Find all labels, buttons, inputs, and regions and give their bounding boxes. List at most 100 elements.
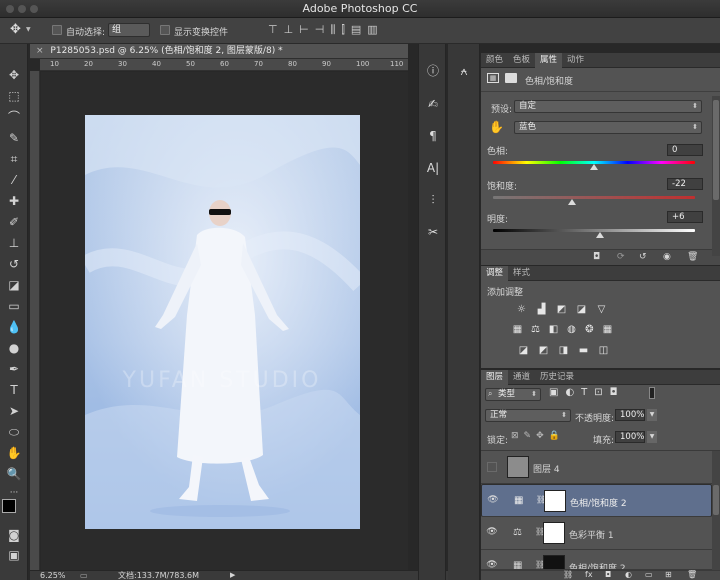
shape-tool-icon[interactable]: ⬭ — [4, 423, 24, 441]
new-group-icon[interactable]: ▭ — [645, 570, 653, 579]
exposure-icon[interactable]: ◪ — [575, 304, 588, 316]
layer-filter-buttons[interactable]: ▣◐T⊡◘ — [549, 387, 659, 401]
delete-icon[interactable]: 🗑 — [687, 252, 698, 262]
layer-row-selected[interactable]: 👁 ▦ ⛓ 色相/饱和度 2 — [481, 484, 712, 517]
lightness-slider-track[interactable] — [493, 229, 695, 232]
hue-slider-thumb[interactable] — [590, 164, 598, 170]
layer-filter-dropdown[interactable]: 类型 — [485, 388, 541, 401]
layer-name[interactable]: 色相/饱和度 2 — [569, 561, 626, 569]
channel-dropdown[interactable]: 蓝色 — [514, 121, 702, 134]
curves-icon[interactable]: ◩ — [555, 304, 568, 316]
align-buttons[interactable]: ⊤⊥⊢⊣⫼⫿▤▥ — [268, 23, 418, 39]
tab-history[interactable]: 历史记录 — [535, 370, 579, 385]
history-brush-tool-icon[interactable]: ↺ — [4, 255, 24, 273]
levels-icon[interactable]: ▟ — [535, 304, 548, 316]
mask-icon[interactable] — [505, 73, 517, 83]
type-tool-icon[interactable]: T — [4, 381, 24, 399]
quick-select-tool-icon[interactable]: ✎ — [4, 129, 24, 147]
selective-color-icon[interactable]: ◫ — [597, 345, 610, 357]
visibility-eye-icon[interactable]: ◉ — [663, 252, 671, 262]
canvas-area[interactable]: YUFAN STUDIO — [41, 72, 408, 570]
zoom-window-button[interactable] — [30, 5, 38, 13]
tab-channels[interactable]: 通道 — [508, 370, 535, 385]
auto-select-checkbox[interactable] — [52, 25, 62, 38]
channel-mixer-icon[interactable]: ❂ — [583, 324, 596, 336]
opacity-slider-toggle[interactable]: ▼ — [647, 409, 657, 421]
lightness-slider-thumb[interactable] — [596, 232, 605, 238]
minimize-window-button[interactable] — [18, 5, 26, 13]
document-image[interactable]: YUFAN STUDIO — [85, 115, 360, 529]
close-window-button[interactable] — [6, 5, 14, 13]
layers-scrollbar[interactable] — [712, 451, 720, 570]
crop-tool-icon[interactable]: ⌗ — [4, 150, 24, 168]
tab-adjustments[interactable]: 调整 — [481, 266, 509, 281]
tab-properties[interactable]: 属性 — [535, 53, 563, 68]
vibrance-icon[interactable]: ▽ — [595, 304, 608, 316]
tab-color[interactable]: 颜色 — [481, 53, 508, 68]
fx-icon[interactable]: fx — [585, 570, 593, 579]
path-select-tool-icon[interactable]: ➤ — [4, 402, 24, 420]
layer-name[interactable]: 图层 4 — [533, 462, 560, 475]
properties-scrollbar[interactable] — [712, 96, 720, 256]
document-tab[interactable]: × P1285053.psd @ 6.25% (色相/饱和度 2, 图层蒙版/8… — [30, 44, 408, 59]
zoom-level[interactable]: 6.25% — [40, 571, 65, 580]
quick-mask-icon[interactable]: ◙ — [4, 526, 24, 544]
status-menu-arrow-icon[interactable]: ▶ — [230, 571, 235, 580]
blur-tool-icon[interactable]: 💧 — [4, 318, 24, 336]
tab-swatches[interactable]: 色板 — [508, 53, 535, 68]
layer-mask-thumbnail[interactable] — [544, 490, 566, 512]
color-lookup-icon[interactable]: ▦ — [601, 324, 614, 336]
hue-saturation-icon[interactable]: ▦ — [511, 324, 524, 336]
brush-tool-icon[interactable]: ✐ — [4, 213, 24, 231]
fill-field[interactable]: 100% — [615, 431, 645, 443]
layer-name[interactable]: 色相/饱和度 2 — [570, 496, 627, 509]
scrollbar-thumb[interactable] — [713, 485, 719, 515]
invert-icon[interactable]: ◪ — [517, 345, 530, 357]
move-tool-icon[interactable]: ✥ — [4, 66, 24, 84]
layer-row[interactable]: 👁 ▦ ⛓ 色相/饱和度 2 — [481, 550, 712, 570]
character-panel-icon[interactable]: A| — [423, 158, 443, 178]
layer-name[interactable]: 色彩平衡 1 — [569, 528, 614, 541]
eye-icon[interactable]: 👁 — [486, 495, 500, 507]
move-tool-preset-icon[interactable]: ✥ — [10, 22, 21, 37]
hue-value-field[interactable]: 0 — [667, 144, 703, 156]
opacity-field[interactable]: 100% — [615, 409, 645, 421]
info-panel-icon[interactable]: ⓘ — [423, 61, 443, 81]
layer-mask-thumbnail[interactable] — [543, 555, 565, 569]
eye-icon[interactable]: 👁 — [485, 527, 499, 539]
clip-to-layer-icon[interactable]: ◘ — [593, 252, 600, 262]
scrollbar-thumb[interactable] — [713, 100, 719, 200]
layer-mask-thumbnail[interactable] — [543, 522, 565, 544]
preset-dropdown[interactable]: 自定 — [514, 100, 702, 113]
reset-icon[interactable]: ↺ — [639, 252, 647, 262]
status-info-icon[interactable]: ▭ — [80, 571, 88, 580]
gradient-map-icon[interactable]: ▬ — [577, 345, 590, 357]
threshold-icon[interactable]: ◨ — [557, 345, 570, 357]
filter-toggle[interactable] — [649, 387, 655, 399]
layer-row[interactable]: 👁 ⚖ ⛓ 色彩平衡 1 — [481, 517, 712, 550]
add-mask-icon[interactable]: ◘ — [605, 570, 611, 579]
auto-select-dropdown[interactable]: 组 — [108, 23, 150, 37]
lock-buttons[interactable]: ⊠✎✥🔒 — [511, 431, 571, 443]
visibility-toggle[interactable] — [487, 462, 497, 472]
view-previous-icon[interactable]: ⟳ — [617, 252, 625, 262]
healing-brush-tool-icon[interactable]: ✚ — [4, 192, 24, 210]
brush-presets-icon[interactable]: ✍ — [423, 94, 443, 114]
photo-filter-icon[interactable]: ◍ — [565, 324, 578, 336]
foreground-color-swatch[interactable] — [2, 499, 16, 513]
tool-options-icon[interactable]: ✂ — [423, 222, 443, 242]
blend-mode-dropdown[interactable]: 正常 — [485, 409, 571, 422]
link-layers-icon[interactable]: ⛓ — [563, 570, 573, 579]
tool-presets-icon[interactable]: ⫶ — [423, 190, 443, 210]
dodge-tool-icon[interactable]: ● — [4, 339, 24, 357]
layer-row[interactable]: 图层 4 — [481, 451, 712, 484]
transform-controls-checkbox[interactable] — [160, 25, 170, 38]
lightness-value-field[interactable]: +6 — [667, 211, 703, 223]
tab-styles[interactable]: 样式 — [508, 266, 535, 281]
brightness-contrast-icon[interactable]: ☼ — [515, 304, 528, 316]
eraser-tool-icon[interactable]: ◪ — [4, 276, 24, 294]
tab-layers[interactable]: 图层 — [481, 370, 509, 385]
pen-tool-icon[interactable]: ✒ — [4, 360, 24, 378]
paragraph-panel-icon[interactable]: ¶ — [423, 126, 443, 146]
new-layer-icon[interactable]: ⊞ — [665, 570, 672, 579]
